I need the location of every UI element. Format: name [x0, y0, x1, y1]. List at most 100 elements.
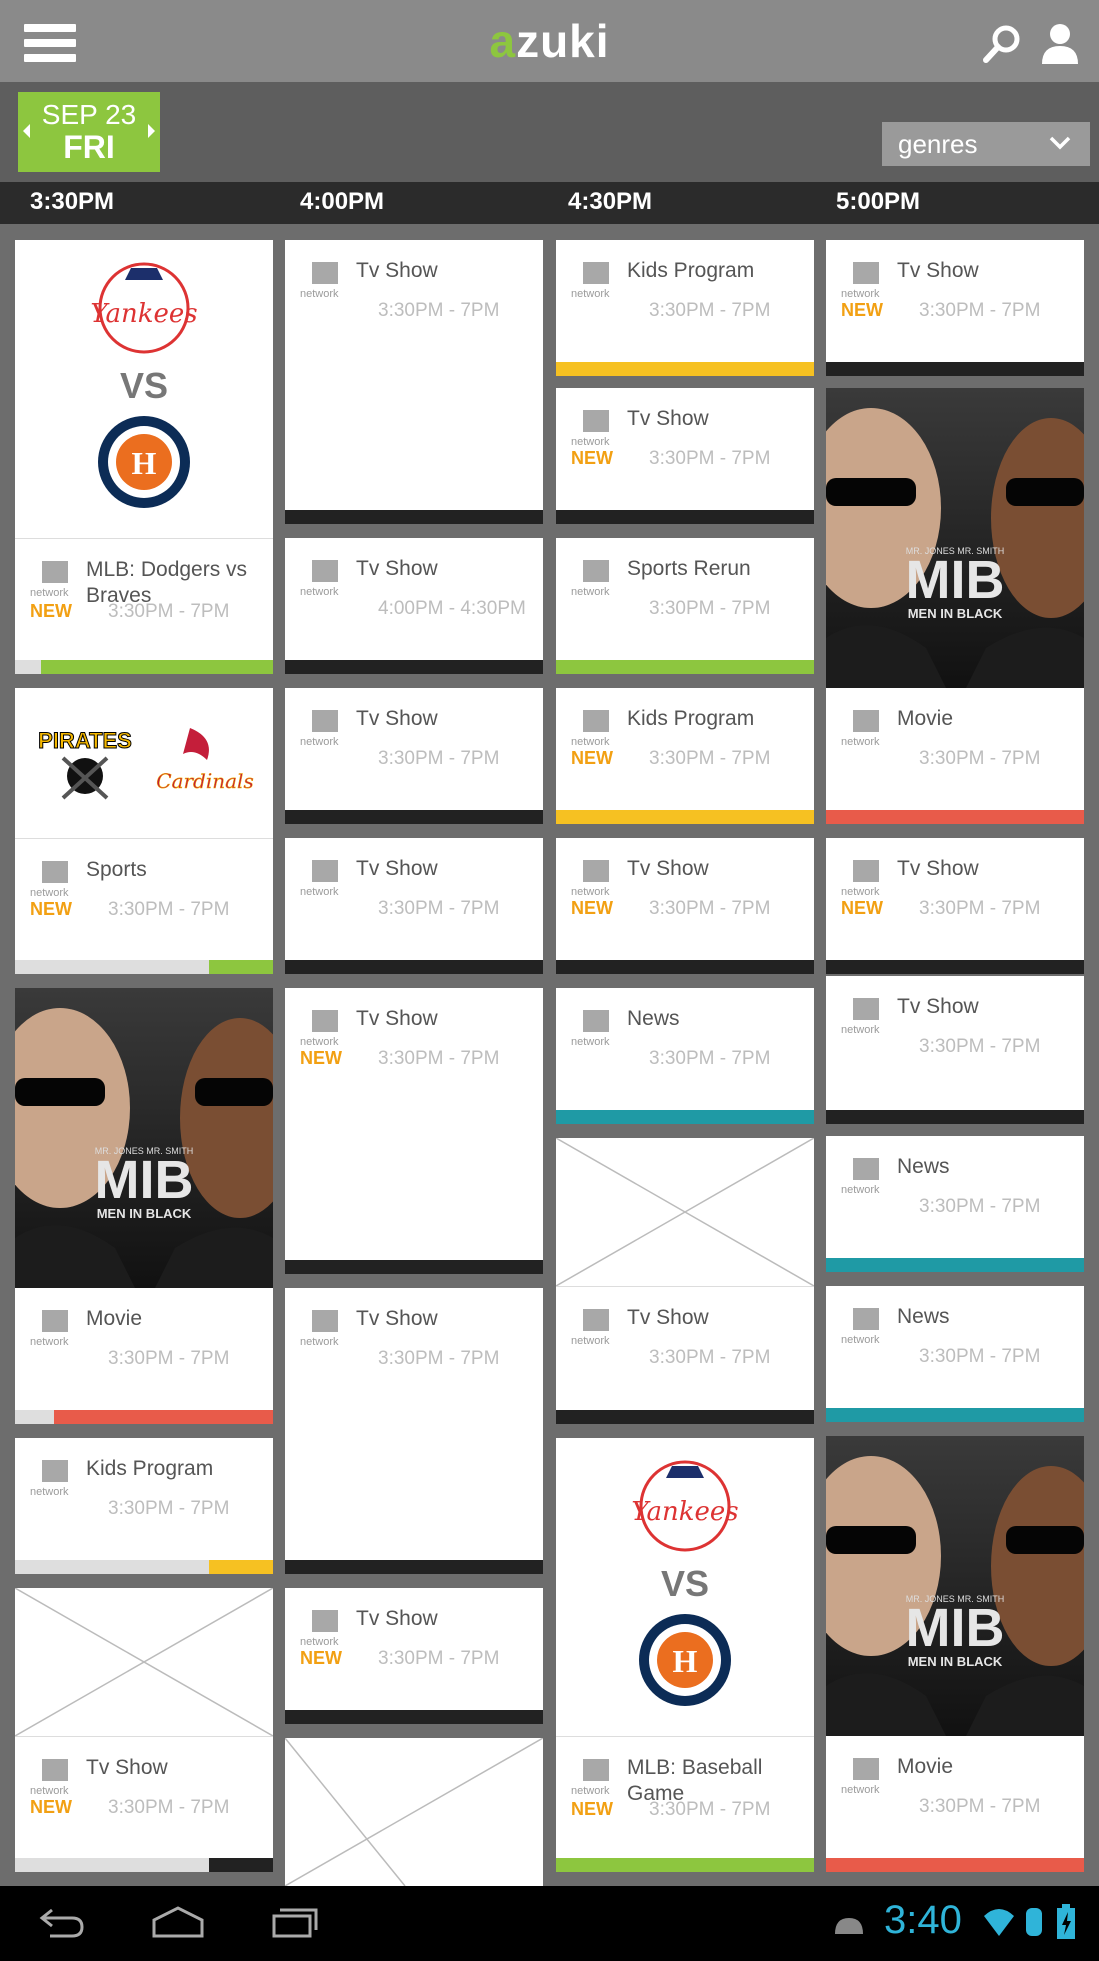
back-button-icon[interactable] — [36, 1902, 86, 1942]
network-label: network — [30, 887, 69, 899]
program-title: Kids Program — [627, 707, 755, 730]
genre-progress-bar — [15, 1410, 273, 1424]
genre-progress-bar — [285, 960, 543, 974]
system-navigation-bar: 3:40 — [0, 1886, 1099, 1961]
search-icon[interactable] — [982, 24, 1022, 64]
recent-apps-button-icon[interactable] — [270, 1902, 322, 1942]
program-card[interactable]: network Tv Show NEW 3:30PM - 7PM — [285, 988, 543, 1274]
program-time: 3:30PM - 7PM — [919, 1796, 1041, 1817]
program-card[interactable]: network Tv Show 4:00PM - 4:30PM — [285, 538, 543, 674]
next-day-arrow-icon[interactable] — [148, 124, 155, 138]
program-time: 3:30PM - 7PM — [378, 1048, 500, 1069]
program-card[interactable]: network Tv Show NEW 3:30PM - 7PM — [826, 240, 1084, 376]
network-logo-icon — [42, 1310, 68, 1332]
program-card[interactable]: network Tv Show 3:30PM - 7PM — [285, 688, 543, 824]
program-card[interactable]: network News 3:30PM - 7PM — [826, 1286, 1084, 1422]
new-badge: NEW — [571, 448, 613, 468]
home-button-icon[interactable] — [150, 1902, 206, 1942]
movie-poster-men-in-black[interactable]: MR. JONES MR. SMITH MIB MEN IN BLACK — [15, 988, 273, 1288]
program-card[interactable]: network Tv Show NEW 3:30PM - 7PM — [15, 1736, 273, 1872]
movie-poster-men-in-black[interactable]: MR. JONES MR. SMITH MIB MEN IN BLACK — [826, 388, 1084, 688]
program-card[interactable]: network MLB: Dodgers vs Braves NEW 3:30PM -… — [15, 538, 273, 674]
program-card[interactable]: network Movie 3:30PM - 7PM — [826, 1736, 1084, 1872]
program-card[interactable]: network News 3:30PM - 7PM — [556, 988, 814, 1124]
time-slot-label: 4:30PM — [568, 188, 653, 215]
program-time: 3:30PM - 7PM — [108, 1348, 230, 1369]
program-title: Tv Show — [627, 407, 709, 430]
matchup-image-pirates-cardinals[interactable]: PIRATES Cardinals — [15, 688, 273, 838]
matchup-image-yankees-astros[interactable]: Yankees VS H — [15, 240, 273, 538]
program-card[interactable]: network Tv Show 3:30PM - 7PM — [285, 1288, 543, 1574]
matchup-image-yankees-astros[interactable]: Yankees VS H — [556, 1438, 814, 1736]
poster-subtitle-text: MEN IN BLACK — [908, 1654, 1003, 1669]
genre-progress-bar — [556, 960, 814, 974]
program-card[interactable]: network Kids Program 3:30PM - 7PM — [15, 1438, 273, 1574]
network-logo-icon — [853, 1158, 879, 1180]
genre-progress-bar — [15, 1560, 273, 1574]
program-card[interactable]: network Tv Show NEW 3:30PM - 7PM — [285, 1588, 543, 1724]
program-time: 3:30PM - 7PM — [649, 448, 771, 469]
date-picker[interactable]: SEP 23 FRI — [18, 92, 160, 172]
cardinals-logo-text: Cardinals — [156, 769, 253, 793]
network-label: network — [30, 1336, 69, 1348]
new-badge: NEW — [571, 1799, 613, 1819]
genre-progress-bar — [285, 660, 543, 674]
program-card[interactable]: network Movie 3:30PM - 7PM — [826, 688, 1084, 824]
program-title: Sports — [86, 858, 147, 881]
previous-day-arrow-icon[interactable] — [23, 124, 30, 138]
program-card[interactable]: network MLB: Baseball Game NEW 3:30PM - 7PM — [556, 1736, 814, 1872]
program-card[interactable]: network Tv Show NEW 3:30PM - 7PM — [556, 388, 814, 524]
status-clock: 3:40 — [884, 1898, 962, 1942]
program-time: 3:30PM - 7PM — [649, 300, 771, 321]
network-logo-icon — [312, 1310, 338, 1332]
network-logo-icon — [583, 1759, 609, 1781]
program-title: Tv Show — [356, 707, 438, 730]
app-logo: azuki — [0, 14, 1099, 68]
genre-progress-bar — [285, 1710, 543, 1724]
program-title: Tv Show — [356, 557, 438, 580]
genre-progress-bar — [556, 510, 814, 524]
program-time: 3:30PM - 7PM — [649, 1799, 771, 1820]
network-label: network — [841, 1024, 880, 1036]
program-time: 3:30PM - 7PM — [919, 1196, 1041, 1217]
network-label: network — [300, 586, 339, 598]
program-card[interactable]: network Sports Rerun 3:30PM - 7PM — [556, 538, 814, 674]
genre-progress-fill — [53, 1410, 273, 1424]
network-logo-icon — [583, 410, 609, 432]
program-title: Tv Show — [356, 857, 438, 880]
network-logo-icon — [853, 998, 879, 1020]
program-title: Sports Rerun — [627, 557, 751, 580]
program-card[interactable]: network Kids Program 3:30PM - 7PM — [556, 240, 814, 376]
program-card[interactable]: network Tv Show NEW 3:30PM - 7PM — [826, 838, 1084, 974]
program-card[interactable]: network Sports NEW 3:30PM - 7PM — [15, 838, 273, 974]
program-card[interactable]: network Tv Show 3:30PM - 7PM — [285, 240, 543, 524]
program-card[interactable]: network Kids Program NEW 3:30PM - 7PM — [556, 688, 814, 824]
time-slot-label: 5:00PM — [836, 188, 921, 215]
date-weekday: FRI — [63, 129, 115, 165]
program-card[interactable]: network Tv Show 3:30PM - 7PM — [826, 976, 1084, 1124]
program-card[interactable]: network Tv Show 3:30PM - 7PM — [556, 1286, 814, 1424]
movie-poster-men-in-black[interactable]: MR. JONES MR. SMITH MIB MEN IN BLACK — [826, 1436, 1084, 1736]
new-badge: NEW — [841, 300, 883, 320]
program-time: 3:30PM - 7PM — [919, 1346, 1041, 1367]
genres-dropdown[interactable]: genres — [882, 122, 1090, 166]
user-profile-icon[interactable] — [1040, 22, 1080, 64]
genres-label: genres — [898, 129, 978, 159]
genre-progress-bar — [826, 1858, 1084, 1872]
genre-progress-bar — [285, 810, 543, 824]
network-label: network — [300, 288, 339, 300]
genre-progress-fill — [40, 660, 273, 674]
program-title: Tv Show — [356, 1607, 438, 1630]
program-time: 3:30PM - 7PM — [108, 1498, 230, 1519]
image-placeholder — [556, 1138, 814, 1286]
program-card[interactable]: network Tv Show NEW 3:30PM - 7PM — [556, 838, 814, 974]
genre-progress-bar — [15, 960, 273, 974]
genre-progress-bar — [285, 1560, 543, 1574]
program-card[interactable]: network Movie 3:30PM - 7PM — [15, 1288, 273, 1424]
program-card[interactable]: network News 3:30PM - 7PM — [826, 1136, 1084, 1272]
program-title: Tv Show — [897, 857, 979, 880]
network-label: network — [841, 288, 880, 300]
network-logo-icon — [42, 1460, 68, 1482]
program-card[interactable]: network Tv Show 3:30PM - 7PM — [285, 838, 543, 974]
network-label: network — [300, 1636, 339, 1648]
